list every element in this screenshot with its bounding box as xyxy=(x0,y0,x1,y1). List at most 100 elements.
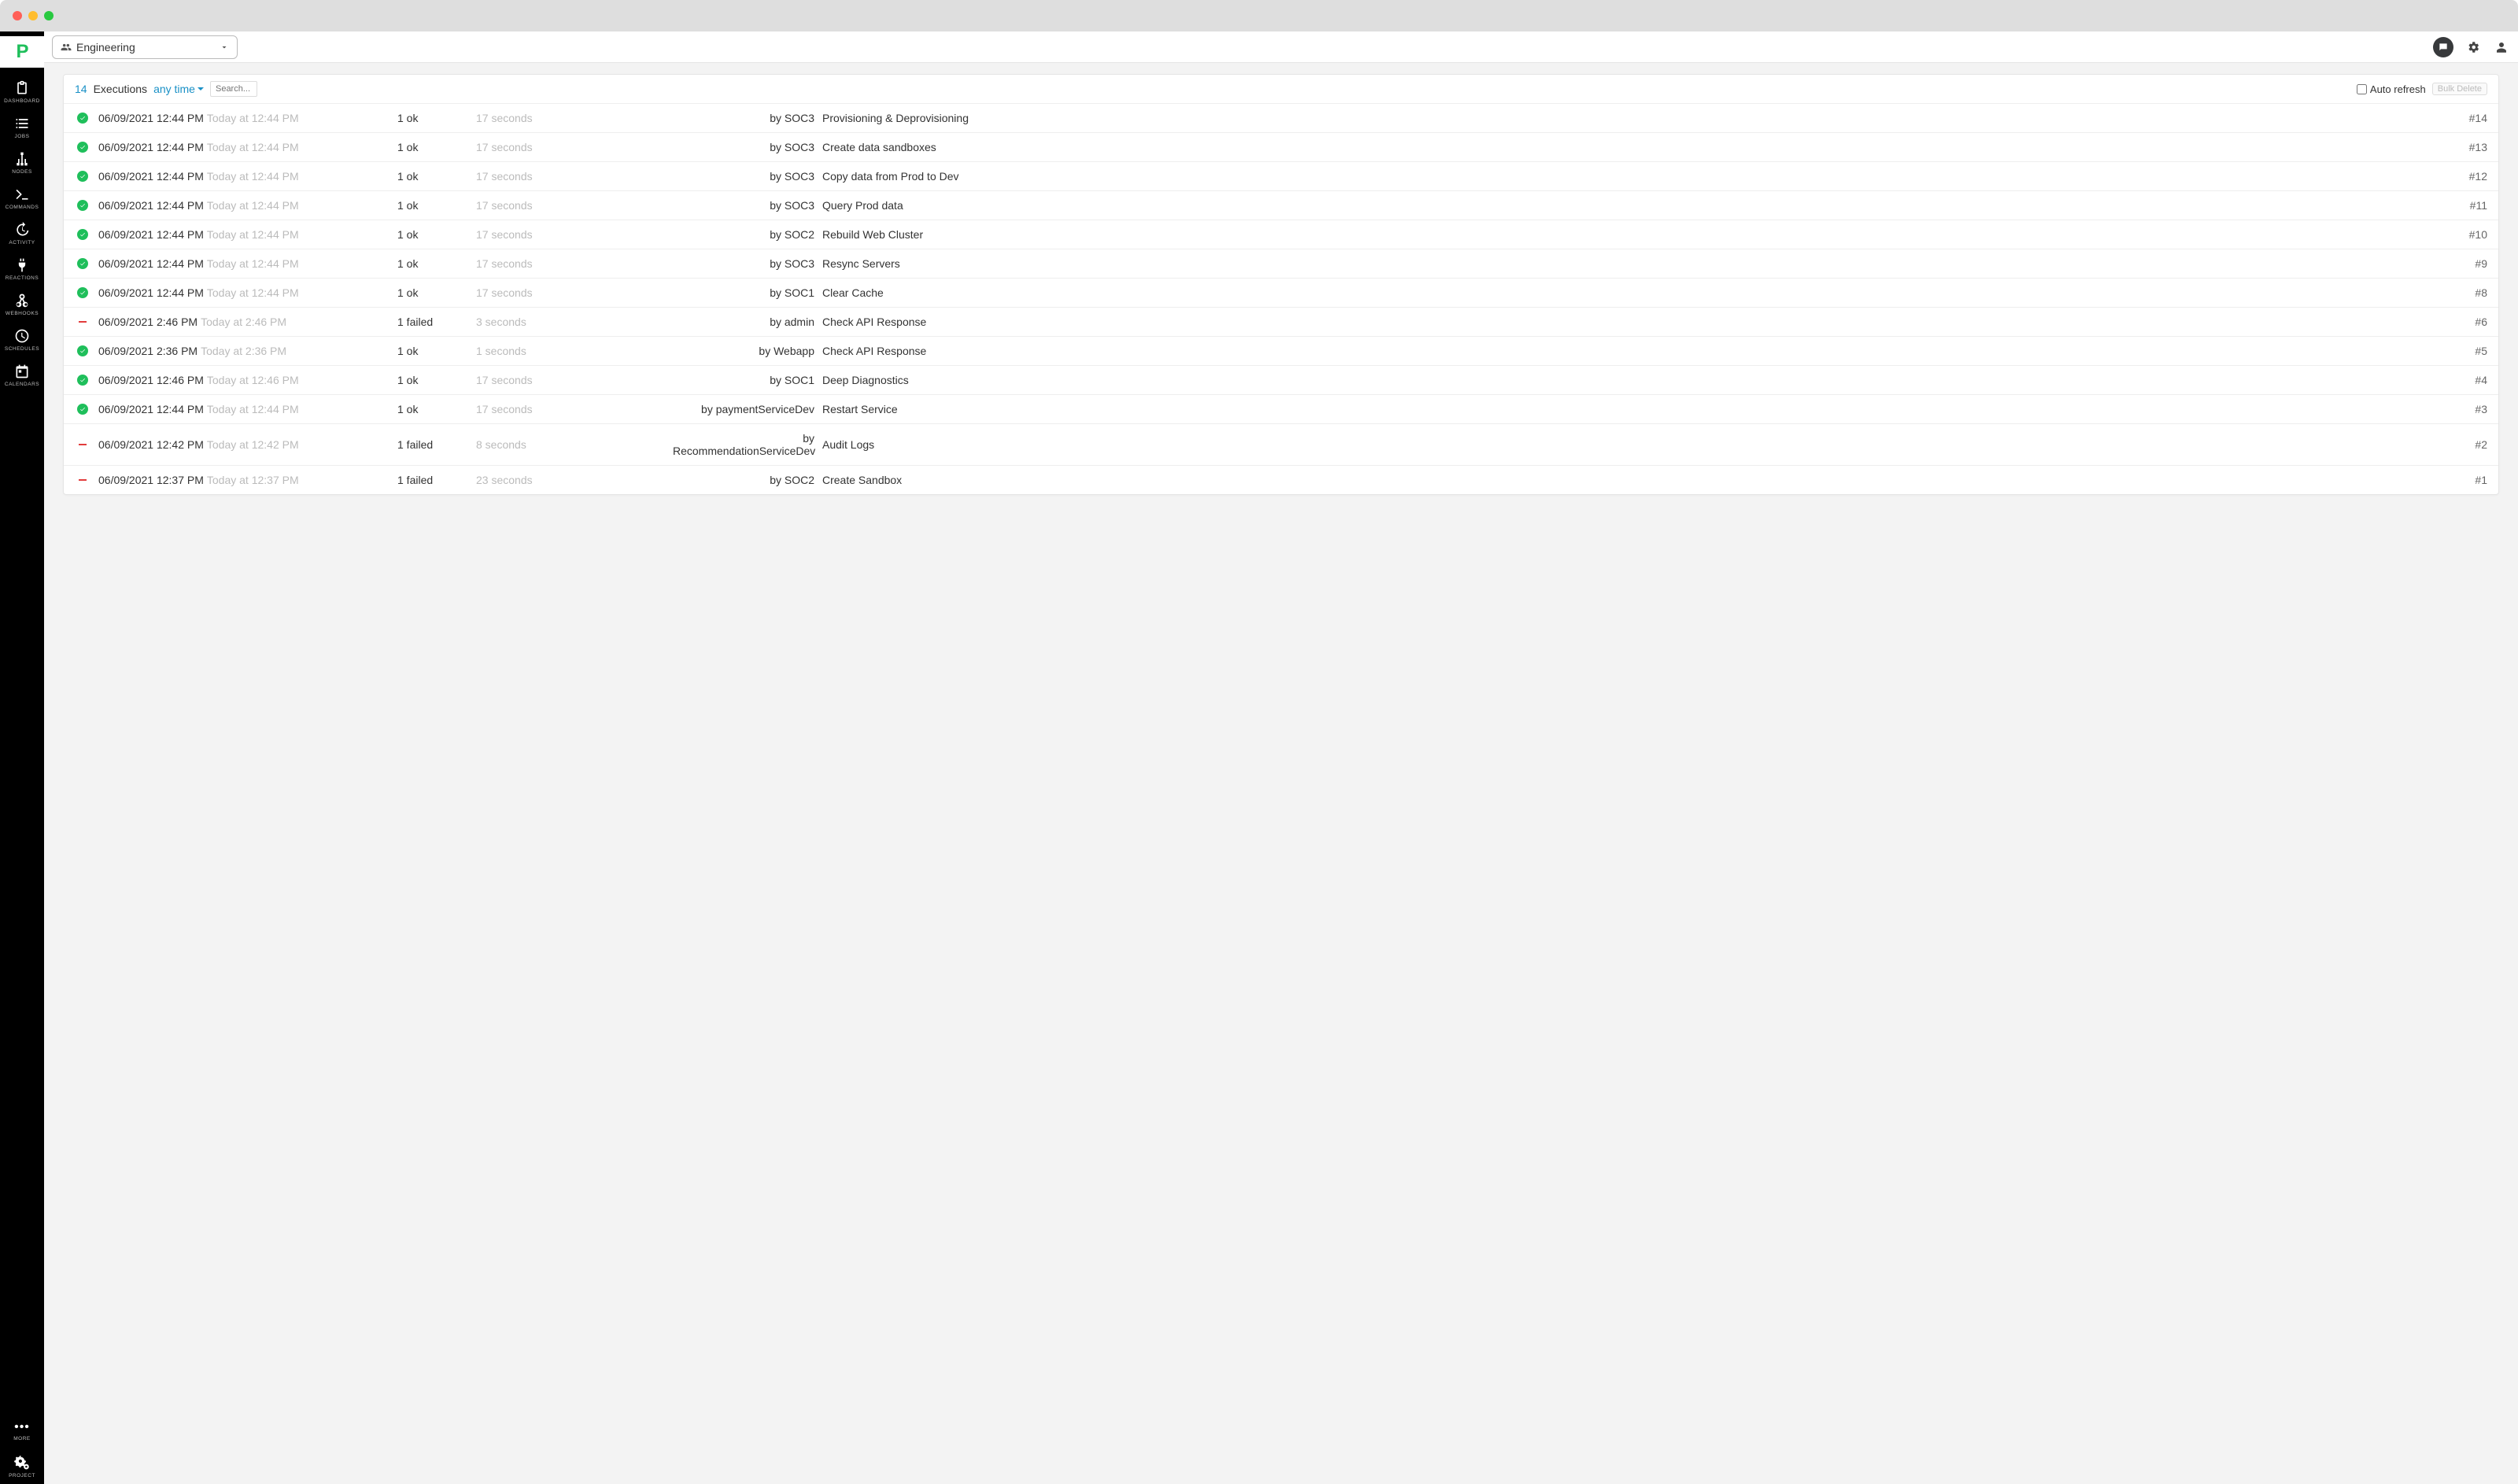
execution-outcome: 1 ok xyxy=(397,403,468,415)
search-input[interactable] xyxy=(210,81,257,97)
sidebar-item-label: NODES xyxy=(12,169,32,175)
gears-icon xyxy=(14,1455,30,1471)
caret-down-icon xyxy=(198,87,204,90)
auto-refresh-toggle[interactable]: Auto refresh xyxy=(2357,83,2426,95)
execution-outcome: 1 ok xyxy=(397,286,468,299)
execution-row[interactable]: 06/09/2021 12:44 PMToday at 12:44 PM 1 ok… xyxy=(64,191,2498,220)
execution-outcome: 1 ok xyxy=(397,199,468,212)
sidebar-item-project[interactable]: PROJECT xyxy=(0,1449,44,1484)
status-ok-icon xyxy=(75,287,90,298)
sidebar-item-webhooks[interactable]: WEBHOOKS xyxy=(0,286,44,322)
chat-icon[interactable] xyxy=(2433,37,2453,57)
sidebar-item-label: MORE xyxy=(13,1436,31,1442)
executions-card: 14 Executions any time Auto refresh Bulk xyxy=(63,74,2499,495)
execution-row[interactable]: 06/09/2021 2:36 PMToday at 2:36 PM1 ok1 … xyxy=(64,337,2498,366)
execution-user: by SOC1 xyxy=(673,286,814,299)
execution-index: #3 xyxy=(2448,403,2487,415)
window-minimize-icon[interactable] xyxy=(28,11,38,20)
execution-outcome: 1 ok xyxy=(397,374,468,386)
execution-row[interactable]: 06/09/2021 12:37 PMToday at 12:37 PM1 fa… xyxy=(64,466,2498,494)
sidebar-item-label: COMMANDS xyxy=(6,205,39,210)
more-icon: ••• xyxy=(14,1421,30,1434)
bulk-delete-button[interactable]: Bulk Delete xyxy=(2432,83,2487,95)
execution-row[interactable]: 06/09/2021 2:46 PMToday at 2:46 PM 1 fail… xyxy=(64,308,2498,337)
window-close-icon[interactable] xyxy=(13,11,22,20)
time-filter-label: any time xyxy=(153,83,195,95)
execution-duration: 17 seconds xyxy=(476,199,665,212)
status-fail-icon xyxy=(75,444,90,445)
execution-row[interactable]: 06/09/2021 12:44 PMToday at 12:44 PM1 ok… xyxy=(64,220,2498,249)
execution-user: by SOC2 xyxy=(673,228,814,241)
brand-logo[interactable]: P xyxy=(0,36,44,68)
sidebar-item-more[interactable]: ••• MORE xyxy=(0,1413,44,1449)
execution-job: Restart Service xyxy=(822,403,2440,415)
execution-time: 06/09/2021 12:44 PMToday at 12:44 PM xyxy=(98,141,390,153)
execution-duration: 17 seconds xyxy=(476,170,665,183)
execution-index: #11 xyxy=(2448,199,2487,212)
time-filter[interactable]: any time xyxy=(153,83,204,95)
user-icon[interactable] xyxy=(2493,39,2510,56)
execution-row[interactable]: 06/09/2021 12:44 PMToday at 12:44 PM1 ok… xyxy=(64,133,2498,162)
execution-job: Resync Servers xyxy=(822,257,2440,270)
execution-row[interactable]: 06/09/2021 12:42 PMToday at 12:42 PM1 fa… xyxy=(64,424,2498,466)
execution-duration: 17 seconds xyxy=(476,112,665,124)
execution-outcome: 1 ok xyxy=(397,112,468,124)
sidebar-item-jobs[interactable]: JOBS xyxy=(0,109,44,145)
execution-index: #12 xyxy=(2448,170,2487,183)
gear-icon[interactable] xyxy=(2464,39,2482,56)
execution-time: 06/09/2021 12:44 PMToday at 12:44 PM xyxy=(98,257,390,270)
execution-outcome: 1 ok xyxy=(397,170,468,183)
sidebar-item-schedules[interactable]: SCHEDULES xyxy=(0,322,44,357)
execution-job: Create data sandboxes xyxy=(822,141,2440,153)
execution-time: 06/09/2021 12:44 PMToday at 12:44 PM xyxy=(98,199,390,212)
execution-index: #1 xyxy=(2448,474,2487,486)
execution-user: by SOC3 xyxy=(673,112,814,124)
execution-outcome: 1 failed xyxy=(397,474,468,486)
execution-user: by RecommendationServiceDev xyxy=(673,432,814,457)
sidebar-item-dashboard[interactable]: DASHBOARD xyxy=(0,74,44,109)
executions-header: 14 Executions any time Auto refresh Bulk xyxy=(64,75,2498,104)
sidebar-item-label: SCHEDULES xyxy=(5,346,39,352)
sidebar-item-label: DASHBOARD xyxy=(4,98,40,104)
sidebar-item-commands[interactable]: COMMANDS xyxy=(0,180,44,216)
auto-refresh-label: Auto refresh xyxy=(2370,83,2426,95)
execution-index: #14 xyxy=(2448,112,2487,124)
execution-outcome: 1 ok xyxy=(397,345,468,357)
status-fail-icon xyxy=(75,321,90,323)
clock-icon xyxy=(14,328,30,344)
executions-list: 06/09/2021 12:44 PMToday at 12:44 PM 1 ok… xyxy=(64,104,2498,494)
execution-user: by Webapp xyxy=(673,345,814,357)
group-icon xyxy=(61,42,72,53)
sidebar-item-label: REACTIONS xyxy=(6,275,39,281)
sidebar: P DASHBOARD JOBS NODES COMMANDS ACTIVITY xyxy=(0,31,44,1484)
execution-row[interactable]: 06/09/2021 12:44 PMToday at 12:44 PM1 ok… xyxy=(64,395,2498,424)
execution-row[interactable]: 06/09/2021 12:44 PMToday at 12:44 PM1 ok… xyxy=(64,162,2498,191)
sidebar-item-activity[interactable]: ACTIVITY xyxy=(0,216,44,251)
execution-outcome: 1 failed xyxy=(397,316,468,328)
execution-row[interactable]: 06/09/2021 12:44 PMToday at 12:44 PM1 ok… xyxy=(64,104,2498,133)
window-maximize-icon[interactable] xyxy=(44,11,54,20)
execution-job: Rebuild Web Cluster xyxy=(822,228,2440,241)
execution-index: #4 xyxy=(2448,374,2487,386)
auto-refresh-checkbox[interactable] xyxy=(2357,84,2367,94)
sidebar-item-label: CALENDARS xyxy=(5,382,39,387)
history-icon xyxy=(14,222,30,238)
execution-time: 06/09/2021 12:42 PMToday at 12:42 PM xyxy=(98,438,390,451)
terminal-icon xyxy=(14,186,30,202)
execution-row[interactable]: 06/09/2021 12:44 PMToday at 12:44 PM1 ok… xyxy=(64,249,2498,279)
execution-user: by admin xyxy=(673,316,814,328)
status-ok-icon xyxy=(75,375,90,386)
execution-row[interactable]: 06/09/2021 12:46 PMToday at 12:46 PM1 ok… xyxy=(64,366,2498,395)
status-ok-icon xyxy=(75,171,90,182)
execution-time: 06/09/2021 2:46 PMToday at 2:46 PM xyxy=(98,316,390,328)
execution-row[interactable]: 06/09/2021 12:44 PMToday at 12:44 PM 1 ok… xyxy=(64,279,2498,308)
execution-user: by SOC3 xyxy=(673,257,814,270)
project-select[interactable]: Engineering xyxy=(52,35,238,59)
sidebar-item-label: ACTIVITY xyxy=(9,240,35,245)
execution-time: 06/09/2021 12:44 PMToday at 12:44 PM xyxy=(98,286,390,299)
calendar-icon xyxy=(14,364,30,379)
sidebar-item-calendars[interactable]: CALENDARS xyxy=(0,357,44,393)
sidebar-item-reactions[interactable]: REACTIONS xyxy=(0,251,44,286)
sidebar-item-nodes[interactable]: NODES xyxy=(0,145,44,180)
topbar: Engineering xyxy=(44,31,2518,63)
